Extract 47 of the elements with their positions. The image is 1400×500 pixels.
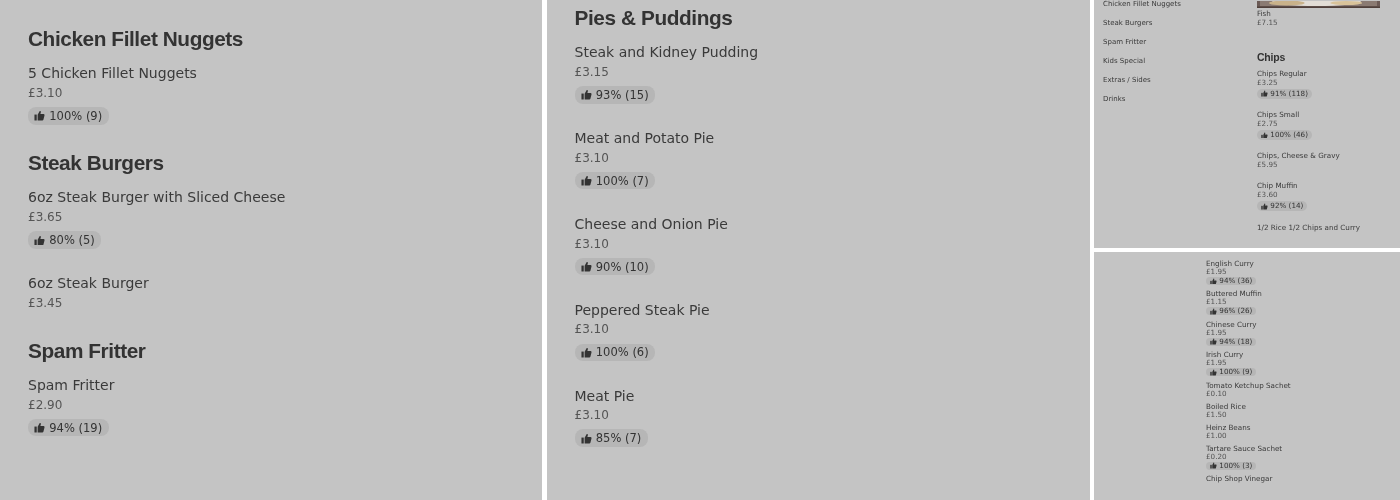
item-price: £3.65 xyxy=(28,209,64,227)
thumbs-up-icon xyxy=(34,422,46,434)
thumbs-up-icon xyxy=(1210,462,1217,470)
section-heading: Chicken Fillet Nuggets xyxy=(28,27,245,52)
item-name: Steak and Kidney Pudding xyxy=(574,43,759,63)
rating-badge: 90% (10) xyxy=(574,257,656,276)
item-price: £2.90 xyxy=(28,396,64,414)
item-name: Peppered Steak Pie xyxy=(574,300,711,320)
item-price: £3.15 xyxy=(574,64,610,81)
thumbs-up-icon xyxy=(580,261,592,272)
thumbs-up-icon xyxy=(1210,368,1217,376)
section-heading: Chips xyxy=(1257,51,1287,64)
rating-badge: 80% (5) xyxy=(28,231,102,249)
item-name: 5 Chicken Fillet Nuggets xyxy=(28,64,198,84)
item-price: £3.10 xyxy=(574,149,610,167)
thumbs-up-icon xyxy=(1210,277,1217,285)
rating-badge: 93% (15) xyxy=(574,86,656,104)
thumbs-up-icon xyxy=(580,432,592,444)
rating-badge: 100% (9) xyxy=(28,107,109,125)
item-price: £3.10 xyxy=(28,85,64,102)
thumbs-up-icon xyxy=(1261,90,1268,97)
thumbs-up-icon xyxy=(1261,203,1268,210)
thumbs-up-icon xyxy=(1210,338,1217,346)
section-heading: Spam Fritter xyxy=(28,338,147,364)
item-price: £3.10 xyxy=(574,321,610,339)
thumbs-up-icon xyxy=(580,175,592,187)
item-name: Meat and Potato Pie xyxy=(574,129,716,149)
item-name: Meat Pie xyxy=(574,386,636,406)
rating-badge: 100% (6) xyxy=(574,343,656,362)
rating-badge: 94% (19) xyxy=(28,418,109,437)
item-price: £3.10 xyxy=(574,407,610,425)
section-heading: Pies & Puddings xyxy=(574,6,734,31)
thumbs-up-icon xyxy=(580,89,592,101)
thumbs-up-icon xyxy=(1210,308,1217,315)
thumbs-up-icon xyxy=(1261,131,1268,139)
item-price: £3.45 xyxy=(28,294,64,312)
thumbs-up-icon xyxy=(34,110,46,122)
section-heading: Steak Burgers xyxy=(28,151,165,176)
thumbs-up-icon xyxy=(34,234,46,246)
rating-badge: 100% (7) xyxy=(574,172,656,190)
item-name: 6oz Steak Burger xyxy=(28,274,150,294)
item-name: 6oz Steak Burger with Sliced Cheese xyxy=(28,188,286,208)
thumbs-up-icon xyxy=(580,346,592,358)
rating-badge: 85% (7) xyxy=(574,429,648,447)
item-price: £3.10 xyxy=(574,235,610,253)
item-name: Spam Fritter xyxy=(28,376,116,396)
item-name: Cheese and Onion Pie xyxy=(574,215,729,234)
